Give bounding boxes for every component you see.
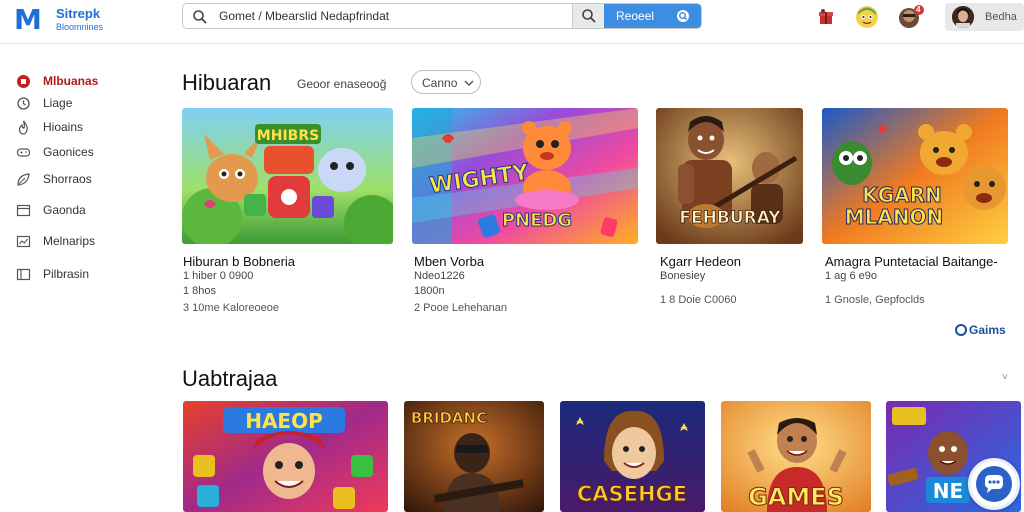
gift-icon[interactable]: [815, 6, 837, 28]
notification-badge: 4: [916, 5, 921, 14]
game-thumbnail[interactable]: WIGHTY PNEDG: [412, 108, 638, 244]
game-meta: 1 ag 6 e9o: [825, 270, 877, 282]
chart-icon: [16, 235, 31, 248]
search-button[interactable]: [572, 4, 604, 28]
sidebar-item-games[interactable]: Gaonices: [16, 143, 156, 163]
sidebar-item-trending[interactable]: Hioains: [16, 118, 156, 138]
logo-mark: M: [14, 3, 42, 36]
sidebar-item-stats[interactable]: Melnarips: [16, 232, 156, 252]
game-title[interactable]: Hiburan b Bobneria: [183, 254, 295, 269]
home-icon: [17, 75, 30, 88]
sidebar-item-shorts[interactable]: Shorraos: [16, 170, 156, 190]
search-submit-label: Reoeel: [616, 9, 655, 23]
search-icon: [677, 10, 689, 22]
game-meta-secondary: 1 8hos: [183, 285, 217, 297]
sidebar-item-label: Mlbuanas: [43, 74, 99, 88]
thumbnail-title: CASEHGE: [577, 482, 687, 506]
chat-fab-button[interactable]: [968, 458, 1020, 510]
game-thumbnail[interactable]: HAEOP: [183, 401, 388, 512]
sort-label[interactable]: Geoor enaseooğ: [297, 77, 386, 91]
game-stats: 1 Gnosle, Gepfoclds: [825, 294, 925, 306]
section-title: Uabtrajaa: [182, 366, 278, 391]
top-bar: M Sitrepk Bloomnines Reoeel: [0, 0, 1024, 44]
more-games-label: Gaims: [969, 323, 1006, 337]
library-icon: [16, 268, 31, 281]
logo-name: Sitrepk: [56, 6, 101, 21]
filter-label: Canno: [422, 76, 458, 90]
thumbnail-title: MHIBRS: [257, 128, 319, 144]
profile-label: Bedha: [985, 11, 1017, 23]
sidebar-item-label: Shorraos: [43, 172, 92, 186]
profile-button[interactable]: Bedha: [945, 3, 1024, 31]
search-bar: Reoeel: [182, 3, 702, 29]
game-meta: 1 hiber 0 0900: [183, 270, 254, 282]
game-thumbnail[interactable]: BRIDANC: [404, 401, 544, 512]
thumbnail-title: FEHBURAY: [679, 208, 781, 228]
svg-text:MLANON: MLANON: [845, 205, 944, 229]
thumbnail-title: HAEOP: [245, 409, 323, 433]
character-icon[interactable]: [855, 5, 879, 29]
gamepad-icon: [16, 148, 31, 157]
section-title: Hibuaran: [182, 70, 272, 95]
game-thumbnail[interactable]: KGARN MLANON: [822, 108, 1008, 244]
game-stats: 2 Pooe Lehehanan: [414, 302, 507, 314]
search-icon: [582, 9, 596, 23]
game-meta-secondary: 1800n: [414, 285, 445, 297]
game-thumbnail[interactable]: GAMES: [721, 401, 871, 512]
filter-dropdown[interactable]: Canno: [411, 70, 481, 94]
sidebar-item-label: Hioains: [43, 120, 84, 134]
thumbnail-title: BRIDANC: [411, 409, 487, 427]
game-stats: 1 8 Doie C0060: [660, 294, 737, 306]
circle-icon: [955, 324, 967, 336]
search-input[interactable]: [219, 7, 599, 25]
sidebar-item-label: Gaonices: [43, 145, 94, 159]
sidebar-item-label: Gaonda: [43, 203, 86, 217]
search-icon: [193, 10, 207, 24]
avatar: [952, 6, 974, 28]
game-title[interactable]: Kgarr Hedeon: [660, 254, 741, 269]
game-thumbnail[interactable]: FEHBURAY: [656, 108, 803, 244]
chat-icon: [976, 466, 1012, 502]
thumbnail-title: KGARN: [862, 183, 942, 207]
flame-icon: [18, 120, 28, 135]
game-thumbnail[interactable]: CASEHGE: [560, 401, 705, 512]
thumbnail-title: GAMES: [748, 483, 844, 511]
chevron-down-icon[interactable]: ˅: [1002, 372, 1008, 383]
game-thumbnail[interactable]: MHIBRS: [182, 108, 393, 244]
game-title[interactable]: Amagra Puntetacial Baitange-: [825, 254, 998, 269]
sidebar-item-label: Melnarips: [43, 234, 96, 248]
game-title[interactable]: Mben Vorba: [414, 254, 484, 269]
site-logo[interactable]: M Sitrepk Bloomnines: [14, 3, 124, 39]
svg-text:PNEDG: PNEDG: [502, 210, 572, 231]
sidebar-item-label: Pilbrasin: [43, 267, 90, 281]
game-meta: Ndeo1226: [414, 270, 465, 282]
search-submit-button[interactable]: Reoeel: [604, 4, 701, 28]
clock-icon: [17, 97, 30, 110]
game-stats: 3 10me Kaloreoeoe: [183, 302, 280, 314]
game-meta: Bonesiey: [660, 270, 706, 282]
sidebar-item-label: Liage: [43, 96, 73, 110]
leaf-icon: [17, 173, 30, 186]
sidebar-item-recent[interactable]: Liage: [16, 94, 156, 114]
sidebar-item-library[interactable]: Pilbrasin: [16, 265, 156, 285]
window-icon: [16, 204, 31, 217]
more-games-link[interactable]: Gaims: [955, 323, 1006, 337]
thumbnail-title: NE: [933, 479, 963, 503]
chevron-down-icon: [464, 80, 474, 86]
sidebar-item-channels[interactable]: Gaonda: [16, 201, 156, 221]
logo-subtitle: Bloomnines: [56, 22, 104, 32]
sidebar-item-home[interactable]: Mlbuanas: [16, 72, 156, 92]
